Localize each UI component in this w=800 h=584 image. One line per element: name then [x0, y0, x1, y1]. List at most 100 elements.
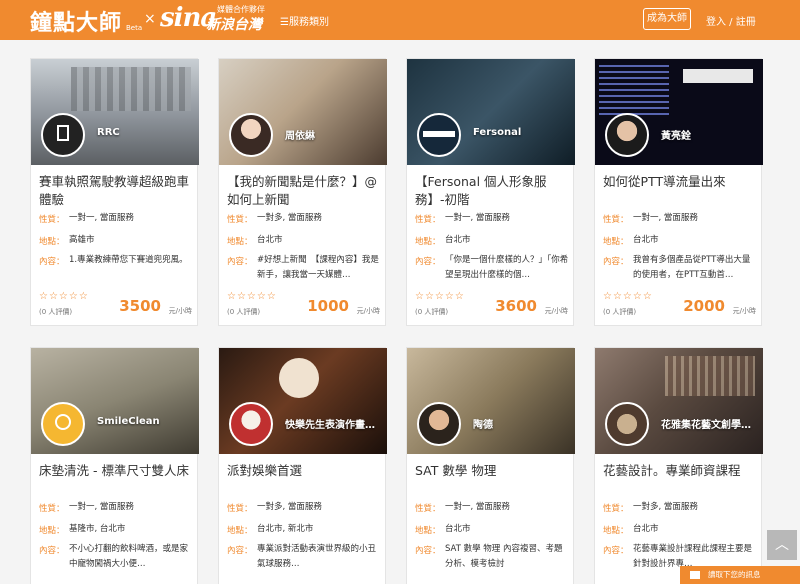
card-image[interactable]: 周依綝: [219, 59, 387, 165]
service-card[interactable]: SmileClean 床墊清洗 - 標準尺寸雙人床 性質： 一對一, 當面服務 …: [30, 347, 199, 584]
provider-avatar: [417, 113, 461, 157]
location-label: 地點：: [415, 526, 441, 536]
provider-avatar: [417, 402, 461, 446]
price-unit: 元/小時: [544, 307, 568, 315]
content-value: SAT 數學 物理 內容複習、考題分析、模考檢討: [445, 544, 563, 569]
provider-avatar: [229, 113, 273, 157]
price: 3600: [495, 297, 537, 315]
rating-stars: ☆☆☆☆☆: [415, 291, 465, 302]
review-count: (0 人評價): [227, 308, 261, 316]
collab-times: ×: [144, 11, 156, 27]
service-card[interactable]: 黃亮銓 如何從PTT導流量出來 性質： 一對一, 當面服務 地點： 台北市 內容…: [594, 58, 763, 326]
service-category-menu[interactable]: ☰服務類別: [280, 13, 329, 28]
type-value: 一對多, 當面服務: [633, 502, 698, 512]
price: 1000: [307, 297, 349, 315]
provider-avatar: [229, 402, 273, 446]
card-image[interactable]: RRC: [31, 59, 199, 165]
content-label: 內容：: [603, 257, 629, 267]
location-label: 地點：: [227, 237, 253, 247]
type-label: 性質：: [603, 215, 629, 225]
provider-name: RRC: [97, 127, 120, 138]
card-title[interactable]: 花藝設計。專業師資課程: [603, 462, 757, 480]
service-card[interactable]: Fersonal 【Fersonal 個人形象服務】-初階 性質： 一對一, 當…: [406, 58, 575, 326]
type-label: 性質：: [603, 504, 629, 514]
price-unit: 元/小時: [356, 307, 380, 315]
card-title[interactable]: 【Fersonal 個人形象服務】-初階: [415, 173, 569, 209]
content-label: 內容：: [39, 257, 65, 267]
content-label: 內容：: [39, 546, 65, 556]
provider-avatar: [605, 402, 649, 446]
card-image[interactable]: 花雅集花藝文創學…: [595, 348, 763, 454]
service-card[interactable]: 花雅集花藝文創學… 花藝設計。專業師資課程 性質： 一對多, 當面服務 地點： …: [594, 347, 763, 584]
location-label: 地點：: [415, 237, 441, 247]
card-image[interactable]: 陶德: [407, 348, 575, 454]
mail-icon: [690, 571, 700, 579]
type-value: 一對一, 當面服務: [69, 502, 134, 512]
provider-name: Fersonal: [473, 127, 522, 138]
site-logo[interactable]: 鐘點大師: [30, 5, 122, 37]
location-value: 台北市: [445, 524, 471, 534]
content-label: 內容：: [415, 546, 441, 556]
service-card[interactable]: 陶德 SAT 數學 物理 性質： 一對一, 當面服務 地點： 台北市 內容： S…: [406, 347, 575, 584]
partner-name: 新浪台灣: [206, 17, 262, 33]
content-label: 內容：: [603, 546, 629, 556]
service-card[interactable]: 周依綝 【我的新聞點是什麼？】@如何上新聞 性質： 一對多, 當面服務 地點： …: [218, 58, 387, 326]
message-bar-label: 讀取下您的訊息: [708, 570, 761, 579]
content-label: 內容：: [415, 257, 441, 267]
location-label: 地點：: [39, 526, 65, 536]
price-unit: 元/小時: [732, 307, 756, 315]
review-count: (0 人評價): [415, 308, 449, 316]
service-card[interactable]: 快樂先生表演作畫… 派對娛樂首選 性質： 一對多, 當面服務 地點： 台北市, …: [218, 347, 387, 584]
card-title[interactable]: 床墊清洗 - 標準尺寸雙人床: [39, 462, 193, 480]
content-value: 我曾有多個產品從PTT導出大量的使用者，在PTT互動首…: [633, 255, 751, 280]
beta-badge: Beta: [126, 24, 143, 32]
location-value: 台北市: [257, 235, 283, 245]
content-value: #好想上新聞 【課程內容】我是新手，讓我當一天媒體…: [257, 255, 379, 280]
type-label: 性質：: [227, 215, 253, 225]
content-value: 專業派對活動表演世界級的小丑氣球服務…: [257, 544, 377, 569]
card-title[interactable]: 【我的新聞點是什麼？】@如何上新聞: [227, 173, 381, 209]
type-label: 性質：: [415, 215, 441, 225]
card-title[interactable]: 派對娛樂首選: [227, 462, 381, 480]
card-image[interactable]: Fersonal: [407, 59, 575, 165]
provider-name: 陶德: [473, 420, 493, 431]
location-label: 地點：: [39, 237, 65, 247]
become-master-button[interactable]: 成為大師: [643, 8, 691, 30]
type-value: 一對多, 當面服務: [257, 213, 322, 223]
price: 2000: [683, 297, 725, 315]
card-image[interactable]: 快樂先生表演作畫…: [219, 348, 387, 454]
type-value: 一對一, 當面服務: [445, 502, 510, 512]
review-count: (0 人評價): [39, 308, 73, 316]
content-value: 「你是一個什麼樣的人？」「你希望呈現出什麼樣的個…: [445, 255, 569, 280]
location-label: 地點：: [603, 526, 629, 536]
login-register-link[interactable]: 登入 / 註冊: [706, 13, 756, 28]
price: 3500: [119, 297, 161, 315]
review-count: (0 人評價): [603, 308, 637, 316]
card-title[interactable]: SAT 數學 物理: [415, 462, 569, 480]
scroll-to-top-button[interactable]: ︿: [767, 530, 797, 560]
type-value: 一對一, 當面服務: [633, 213, 698, 223]
rating-stars: ☆☆☆☆☆: [603, 291, 653, 302]
location-value: 台北市: [445, 235, 471, 245]
service-card[interactable]: RRC 賽車執照駕駛教導超級跑車體驗 性質： 一對一, 當面服務 地點： 高雄市…: [30, 58, 199, 326]
type-label: 性質：: [227, 504, 253, 514]
card-title[interactable]: 賽車執照駕駛教導超級跑車體驗: [39, 173, 193, 209]
provider-name: 花雅集花藝文創學…: [661, 420, 751, 431]
card-image[interactable]: 黃亮銓: [595, 59, 763, 165]
content-value: 1.專業教練帶您下賽道兜兜風。: [69, 255, 188, 265]
location-value: 台北市: [633, 235, 659, 245]
card-title[interactable]: 如何從PTT導流量出來: [603, 173, 757, 191]
location-value: 台北市: [633, 524, 659, 534]
content-label: 內容：: [227, 546, 253, 556]
provider-name: 黃亮銓: [661, 131, 691, 142]
rating-stars: ☆☆☆☆☆: [39, 291, 89, 302]
price-unit: 元/小時: [168, 307, 192, 315]
card-image[interactable]: SmileClean: [31, 348, 199, 454]
provider-avatar: [41, 402, 85, 446]
provider-name: SmileClean: [97, 416, 160, 427]
type-value: 一對一, 當面服務: [69, 213, 134, 223]
provider-name: 快樂先生表演作畫…: [285, 420, 375, 431]
message-bar[interactable]: 讀取下您的訊息: [680, 566, 800, 584]
top-nav-bar: 鐘點大師 Beta × sina 媒體合作夥伴 新浪台灣 ☰服務類別 成為大師 …: [0, 0, 800, 40]
location-label: 地點：: [227, 526, 253, 536]
